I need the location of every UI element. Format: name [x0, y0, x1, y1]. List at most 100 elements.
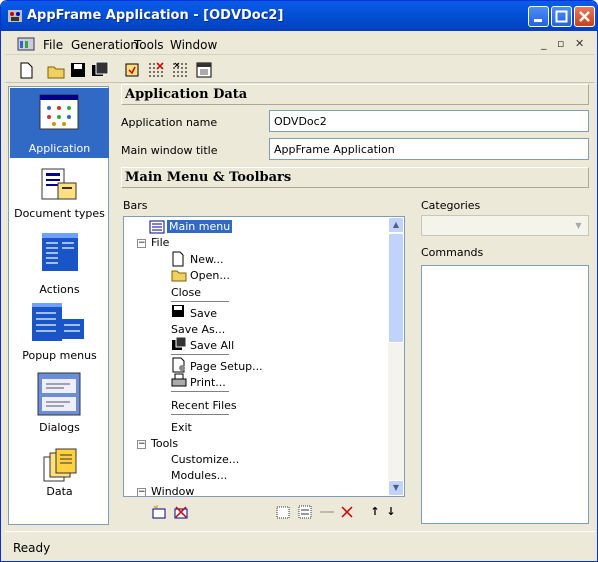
- application-data-header: Application Data: [121, 84, 589, 105]
- scroll-down-icon[interactable]: ▼: [388, 480, 404, 496]
- add-bar-icon[interactable]: [151, 504, 167, 520]
- main-window-title-label: Main window title: [121, 144, 218, 157]
- save-icon: [172, 305, 184, 317]
- status-bar: Ready: [5, 531, 595, 559]
- app-icon: [8, 10, 22, 22]
- sidebar-item-label: Application: [28, 142, 91, 155]
- tree-node-exit[interactable]: Exit: [171, 421, 192, 434]
- menu-separator: [171, 391, 229, 392]
- chevron-down-icon[interactable]: ▼: [571, 218, 586, 233]
- delete-bar-icon[interactable]: [173, 504, 189, 520]
- save-icon[interactable]: [69, 61, 87, 79]
- application-icon: [39, 94, 79, 130]
- menu-separator: [171, 414, 229, 415]
- printer-icon: [171, 373, 187, 387]
- menu-generation[interactable]: Generation: [71, 38, 138, 52]
- tree-node-print[interactable]: Print...: [190, 376, 226, 389]
- scroll-thumb[interactable]: [388, 233, 404, 343]
- app-window: AppFrame Application - [ODVDoc2] File Ge…: [0, 0, 598, 562]
- new-file-icon: [172, 251, 184, 267]
- sidebar-item-label: Actions: [39, 283, 80, 296]
- main-window-title-input[interactable]: AppFrame Application: [269, 138, 589, 160]
- bars-label: Bars: [123, 199, 148, 212]
- grid-check-icon[interactable]: [171, 61, 189, 79]
- page-setup-icon: [172, 357, 185, 373]
- tree-node-modules[interactable]: Modules...: [171, 469, 227, 482]
- tree-node-save[interactable]: Save: [190, 307, 217, 320]
- sidebar-item-popup-menus[interactable]: Popup menus: [10, 299, 109, 369]
- data-icon: [43, 448, 77, 482]
- add-submenu-icon[interactable]: [297, 504, 313, 520]
- sidebar-item-actions[interactable]: Actions: [10, 227, 109, 297]
- tree-node-customize[interactable]: Customize...: [171, 453, 239, 466]
- sidebar-item-dialogs[interactable]: Dialogs: [10, 369, 109, 439]
- sidebar-item-application[interactable]: Application: [10, 88, 109, 158]
- collapse-icon[interactable]: −: [137, 239, 146, 248]
- tree-node-window[interactable]: Window: [151, 485, 194, 496]
- open-folder-icon: [171, 270, 187, 282]
- tree-node-recent-files[interactable]: Recent Files: [171, 399, 237, 412]
- sidebar-item-label: Data: [46, 485, 73, 498]
- categories-combo[interactable]: ▼: [421, 215, 589, 236]
- tree-scrollbar[interactable]: ▲ ▼: [388, 217, 404, 496]
- bars-tree[interactable]: Main menu − File New... Open... Close Sa…: [123, 216, 405, 497]
- category-sidebar: Application Document types Actions Popup…: [8, 86, 109, 525]
- menus-toolbars-header: Main Menu & Toolbars: [121, 167, 589, 188]
- move-down-icon[interactable]: ↓: [383, 504, 399, 520]
- menu-bar-icon: [149, 220, 165, 234]
- window-title: AppFrame Application - [ODVDoc2]: [27, 8, 284, 23]
- application-name-input[interactable]: ODVDoc2: [269, 110, 589, 132]
- tree-node-main-menu[interactable]: Main menu: [167, 220, 233, 233]
- sidebar-item-data[interactable]: Data: [10, 443, 109, 513]
- tree-node-close[interactable]: Close: [171, 286, 201, 299]
- menu-separator: [171, 301, 229, 302]
- toolbar: [5, 57, 595, 83]
- mdi-restore-icon[interactable]: ▫: [557, 37, 564, 50]
- tree-node-page-setup[interactable]: Page Setup...: [190, 360, 263, 373]
- tree-node-file[interactable]: File: [151, 236, 169, 249]
- maximize-button[interactable]: [551, 6, 572, 27]
- window-icon[interactable]: [195, 61, 213, 79]
- tree-node-open[interactable]: Open...: [190, 269, 230, 282]
- new-file-icon[interactable]: [17, 61, 35, 79]
- scroll-up-icon[interactable]: ▲: [388, 217, 404, 233]
- close-button[interactable]: [574, 6, 595, 27]
- collapse-icon[interactable]: −: [137, 488, 146, 496]
- check-grid-icon[interactable]: [147, 61, 165, 79]
- commands-label: Commands: [421, 246, 484, 259]
- title-bar: AppFrame Application - [ODVDoc2]: [1, 1, 597, 31]
- mdi-close-icon[interactable]: ✕: [575, 37, 584, 50]
- minimize-button[interactable]: [528, 6, 549, 27]
- menu-bar: File Generation Tools Window _ ▫ ✕: [5, 32, 595, 55]
- sidebar-item-label: Popup menus: [22, 349, 97, 362]
- popup-menus-icon: [32, 303, 84, 341]
- maximize-icon: [555, 10, 568, 23]
- save-all-icon: [172, 336, 187, 350]
- generate-icon[interactable]: [123, 61, 141, 79]
- open-folder-icon[interactable]: [47, 61, 65, 79]
- menu-file[interactable]: File: [43, 38, 63, 52]
- minimize-icon: [534, 19, 542, 22]
- dialogs-icon: [37, 372, 81, 416]
- tree-node-save-all[interactable]: Save All: [190, 339, 234, 352]
- add-separator-icon[interactable]: [319, 504, 335, 520]
- mdi-minimize-icon[interactable]: _: [541, 37, 547, 50]
- delete-item-icon[interactable]: [339, 504, 355, 520]
- close-icon: [579, 11, 590, 22]
- sidebar-item-label: Document types: [14, 207, 105, 220]
- tree-node-new[interactable]: New...: [190, 253, 223, 266]
- menu-window[interactable]: Window: [170, 38, 217, 52]
- commands-list[interactable]: [421, 265, 589, 524]
- collapse-icon[interactable]: −: [137, 440, 146, 449]
- save-all-icon[interactable]: [91, 61, 109, 79]
- sidebar-item-label: Dialogs: [39, 421, 80, 434]
- add-item-icon[interactable]: [275, 504, 291, 520]
- menu-tools[interactable]: Tools: [134, 38, 164, 52]
- sidebar-item-document-types[interactable]: Document types: [10, 161, 109, 231]
- categories-label: Categories: [421, 199, 481, 212]
- tree-node-save-as[interactable]: Save As...: [171, 323, 225, 336]
- status-text: Ready: [13, 541, 51, 555]
- move-up-icon[interactable]: ↑: [367, 504, 383, 520]
- tree-node-tools[interactable]: Tools: [151, 437, 178, 450]
- application-name-label: Application name: [121, 116, 218, 129]
